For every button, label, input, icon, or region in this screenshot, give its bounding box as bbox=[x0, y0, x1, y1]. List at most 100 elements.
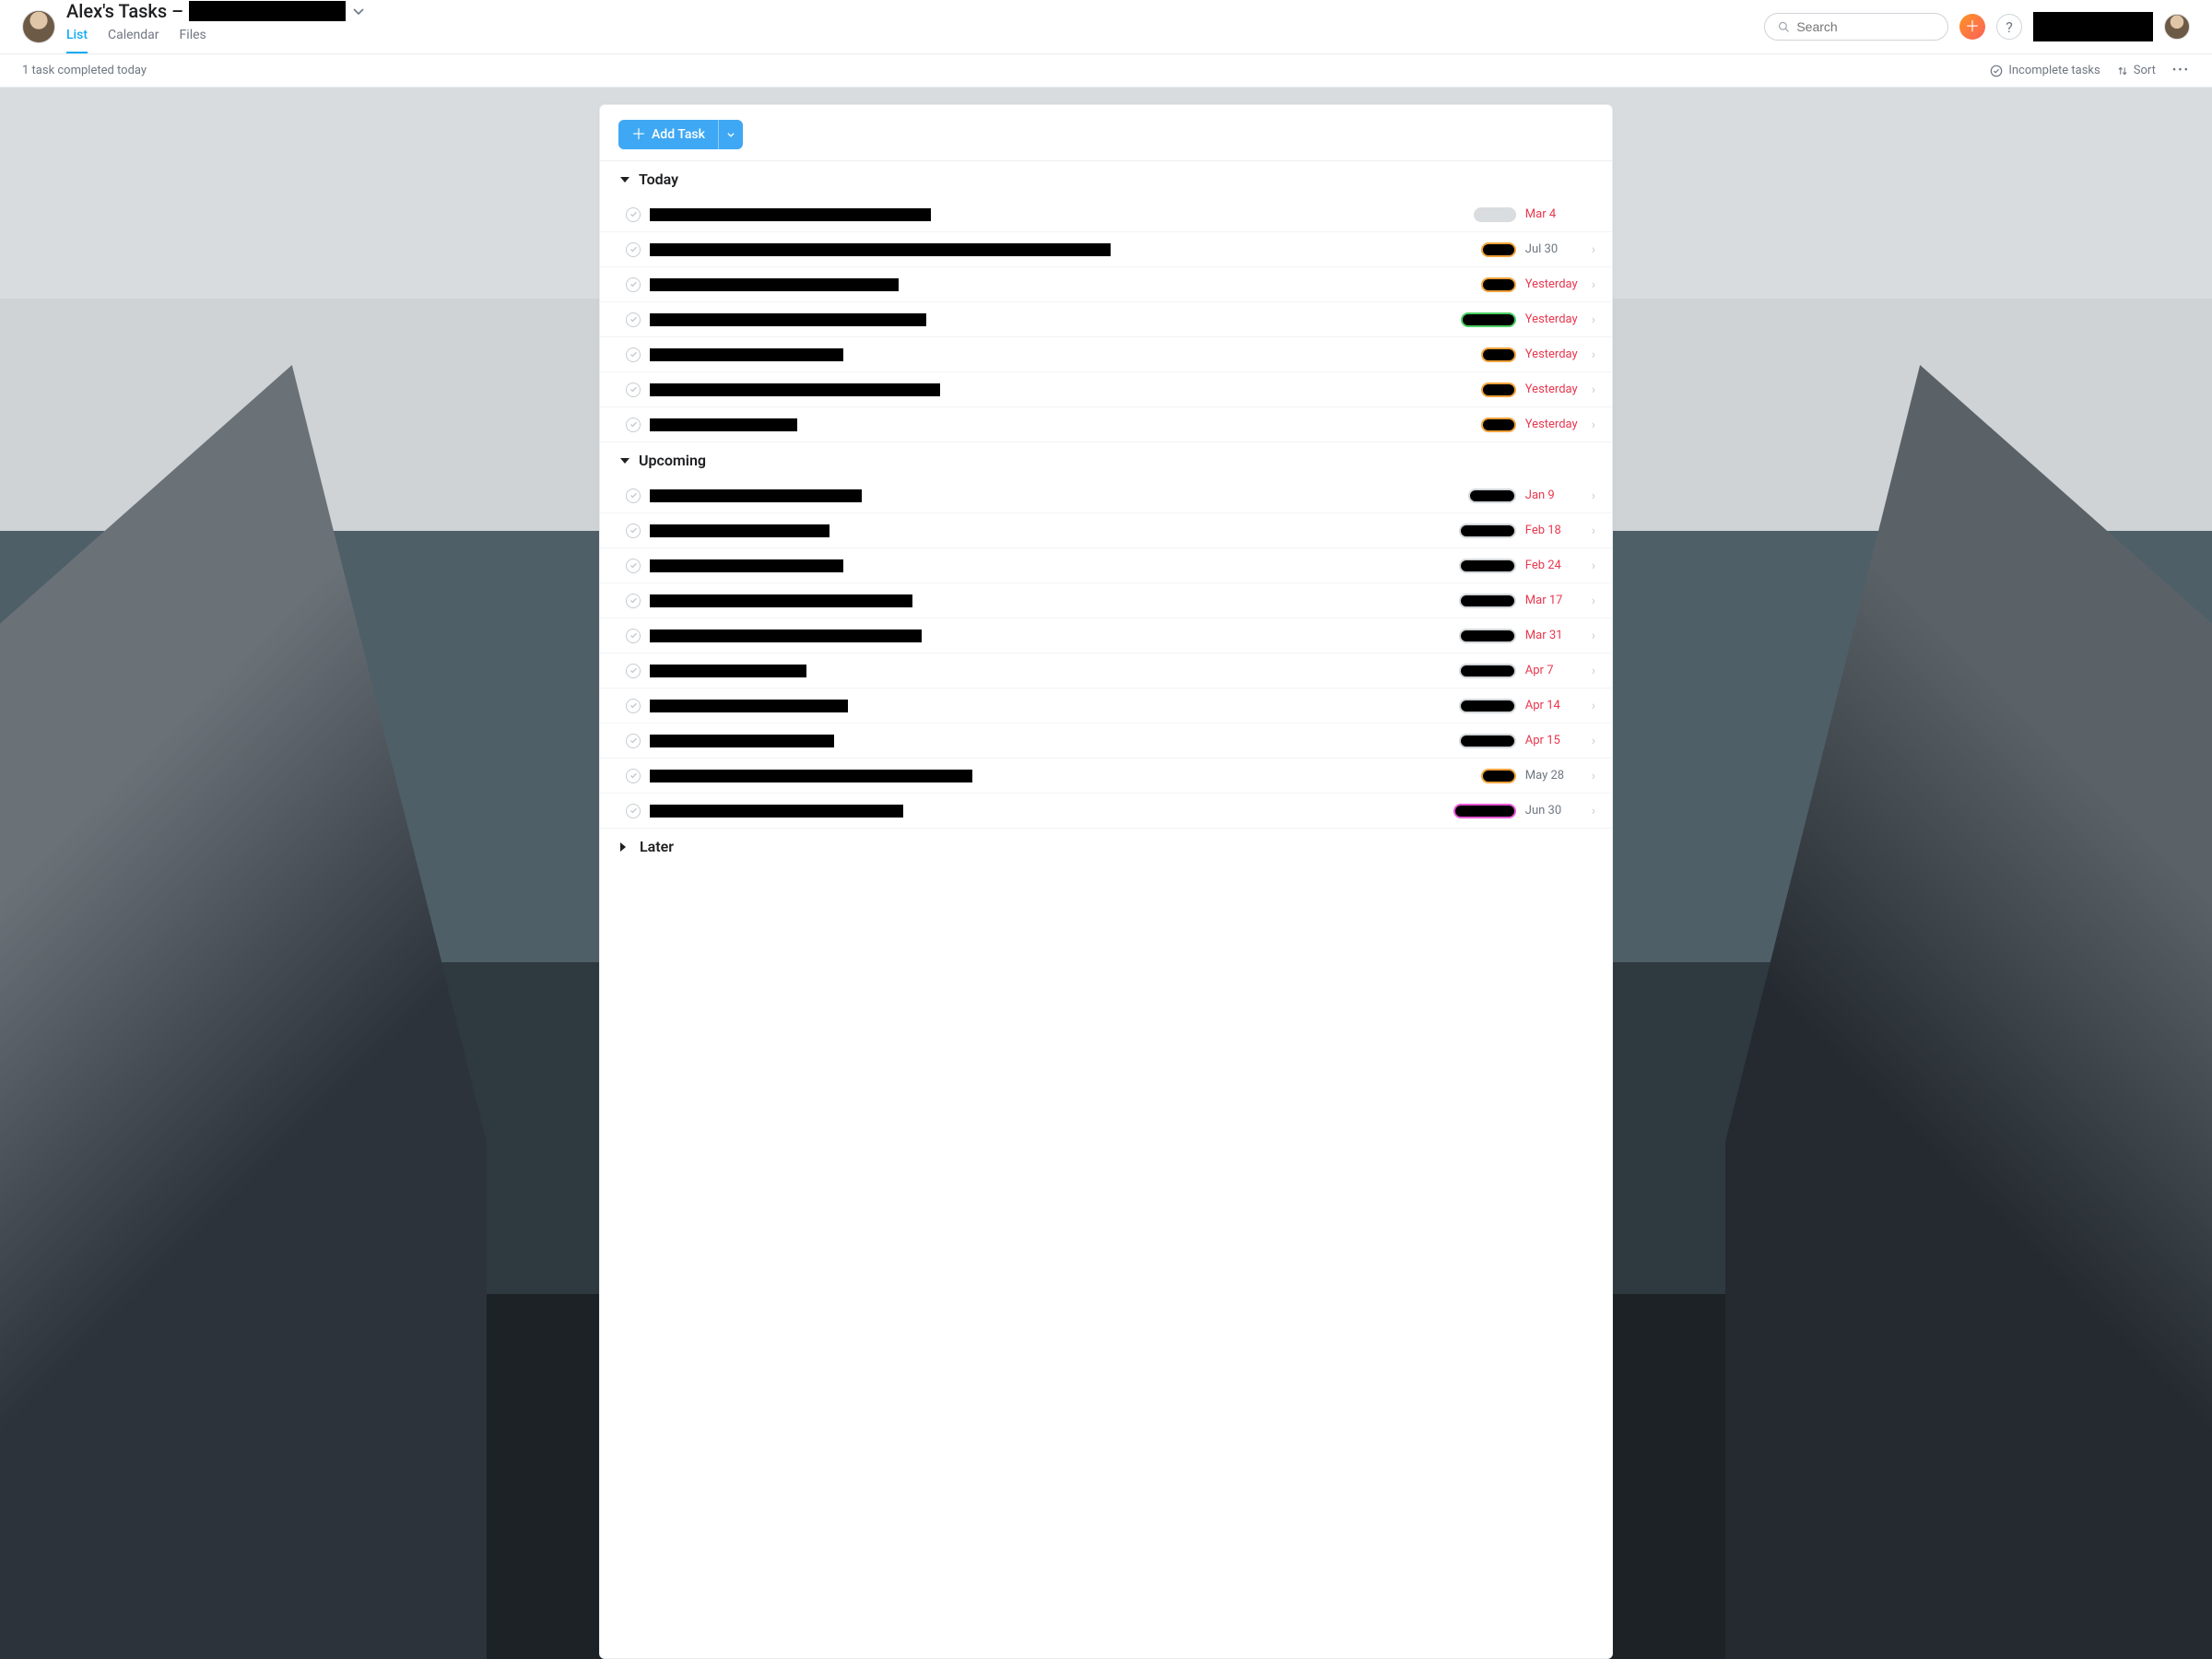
project-pill[interactable] bbox=[1459, 559, 1516, 573]
task-title-redacted bbox=[650, 278, 899, 291]
chevron-right-icon: › bbox=[1592, 242, 1595, 257]
help-button[interactable]: ? bbox=[1996, 14, 2022, 40]
project-pill[interactable] bbox=[1481, 382, 1516, 397]
project-pill[interactable] bbox=[1459, 664, 1516, 678]
complete-checkbox[interactable] bbox=[626, 734, 641, 748]
task-title-redacted bbox=[650, 418, 797, 431]
section-header[interactable]: Upcoming bbox=[600, 442, 1612, 478]
project-pill[interactable] bbox=[1481, 347, 1516, 362]
task-row[interactable]: Yesterday› bbox=[600, 302, 1612, 337]
project-pill[interactable] bbox=[1459, 524, 1516, 538]
task-row[interactable]: Feb 24› bbox=[600, 548, 1612, 583]
task-row[interactable]: Yesterday › bbox=[600, 407, 1612, 442]
complete-checkbox[interactable] bbox=[626, 207, 641, 222]
task-row[interactable]: Jul 30› bbox=[600, 232, 1612, 267]
project-pill[interactable] bbox=[1481, 242, 1516, 257]
task-row[interactable]: Mar 4› bbox=[600, 197, 1612, 232]
complete-checkbox[interactable] bbox=[626, 769, 641, 783]
chevron-right-icon: › bbox=[1592, 418, 1595, 432]
task-row[interactable]: Apr 14› bbox=[600, 688, 1612, 724]
task-row[interactable]: Jun 30› bbox=[600, 794, 1612, 829]
chevron-right-icon: › bbox=[1592, 699, 1595, 713]
task-title-redacted bbox=[650, 313, 926, 326]
project-pill[interactable] bbox=[1453, 804, 1516, 818]
task-row[interactable]: Mar 17› bbox=[600, 583, 1612, 618]
project-pill[interactable] bbox=[1459, 734, 1516, 748]
project-title-text: Alex's Tasks – bbox=[66, 0, 183, 22]
task-row[interactable]: Yesterday› bbox=[600, 337, 1612, 372]
due-date: Apr 15 bbox=[1525, 734, 1583, 747]
section-header[interactable]: Today bbox=[600, 161, 1612, 197]
global-add-button[interactable]: ＋ bbox=[1959, 14, 1985, 40]
project-pill[interactable] bbox=[1459, 699, 1516, 713]
complete-checkbox[interactable] bbox=[626, 242, 641, 257]
task-title-redacted bbox=[650, 243, 1111, 256]
project-pill[interactable] bbox=[1481, 418, 1516, 432]
chevron-down-icon[interactable] bbox=[351, 4, 366, 18]
complete-checkbox[interactable] bbox=[626, 629, 641, 643]
chevron-right-icon: › bbox=[1592, 769, 1595, 783]
add-task-button[interactable]: ＋ Add Task bbox=[618, 120, 718, 149]
sort-icon bbox=[2117, 65, 2128, 76]
task-row[interactable]: Apr 15› bbox=[600, 724, 1612, 759]
tab-calendar[interactable]: Calendar bbox=[108, 24, 159, 53]
due-date: Apr 7 bbox=[1525, 664, 1583, 677]
task-title-redacted bbox=[650, 559, 843, 572]
project-title[interactable]: Alex's Tasks – bbox=[66, 0, 366, 22]
task-title-redacted bbox=[650, 770, 972, 782]
complete-checkbox[interactable] bbox=[626, 524, 641, 538]
org-name-redacted bbox=[2033, 12, 2153, 41]
task-row[interactable]: Mar 31› bbox=[600, 618, 1612, 653]
complete-checkbox[interactable] bbox=[626, 277, 641, 292]
due-date: Mar 31 bbox=[1525, 629, 1583, 642]
chevron-right-icon: › bbox=[1592, 559, 1595, 573]
project-pill[interactable] bbox=[1481, 769, 1516, 783]
due-date: Yesterday bbox=[1525, 277, 1583, 291]
complete-checkbox[interactable] bbox=[626, 488, 641, 503]
chevron-right-icon: › bbox=[1592, 382, 1595, 397]
filter-incomplete[interactable]: Incomplete tasks bbox=[1990, 64, 2100, 77]
section-title: Later bbox=[640, 838, 674, 855]
project-pill[interactable] bbox=[1459, 594, 1516, 608]
task-row[interactable]: Jan 9› bbox=[600, 478, 1612, 513]
complete-checkbox[interactable] bbox=[626, 382, 641, 397]
sort-button[interactable]: Sort bbox=[2117, 64, 2156, 77]
search-box[interactable] bbox=[1764, 13, 1948, 41]
tab-list[interactable]: List bbox=[66, 24, 88, 53]
complete-checkbox[interactable] bbox=[626, 699, 641, 713]
complete-checkbox[interactable] bbox=[626, 347, 641, 362]
tab-files[interactable]: Files bbox=[180, 24, 206, 53]
section-header[interactable]: Later bbox=[600, 829, 1612, 865]
task-row[interactable]: Feb 18› bbox=[600, 513, 1612, 548]
app-header: Alex's Tasks – List Calendar Files ＋ ? bbox=[0, 0, 2212, 54]
task-row[interactable]: Yesterday › bbox=[600, 372, 1612, 407]
project-pill[interactable] bbox=[1459, 629, 1516, 643]
complete-checkbox[interactable] bbox=[626, 559, 641, 573]
project-pill[interactable] bbox=[1468, 488, 1516, 503]
chevron-right-icon: › bbox=[1592, 664, 1595, 678]
complete-checkbox[interactable] bbox=[626, 804, 641, 818]
due-date: Yesterday bbox=[1525, 382, 1583, 396]
section-title: Upcoming bbox=[639, 452, 706, 469]
task-row[interactable]: May 28 › bbox=[600, 759, 1612, 794]
sort-label: Sort bbox=[2134, 64, 2156, 77]
complete-checkbox[interactable] bbox=[626, 664, 641, 678]
complete-checkbox[interactable] bbox=[626, 312, 641, 327]
more-actions-button[interactable]: ••• bbox=[2172, 64, 2190, 77]
due-date: May 28 bbox=[1525, 769, 1583, 782]
project-pill[interactable] bbox=[1474, 207, 1516, 222]
complete-checkbox[interactable] bbox=[626, 418, 641, 432]
search-input[interactable] bbox=[1796, 19, 1935, 34]
complete-checkbox[interactable] bbox=[626, 594, 641, 608]
project-pill[interactable] bbox=[1481, 277, 1516, 292]
project-pill[interactable] bbox=[1461, 312, 1516, 327]
project-avatar[interactable] bbox=[22, 10, 55, 43]
user-avatar[interactable] bbox=[2164, 14, 2190, 40]
task-row[interactable]: Apr 7 › bbox=[600, 653, 1612, 688]
task-title-redacted bbox=[650, 489, 862, 502]
task-row[interactable]: Yesterday› bbox=[600, 267, 1612, 302]
task-title-redacted bbox=[650, 524, 830, 537]
add-task-dropdown[interactable] bbox=[718, 120, 743, 149]
chevron-right-icon: › bbox=[1592, 804, 1595, 818]
due-date: Yesterday bbox=[1525, 418, 1583, 431]
